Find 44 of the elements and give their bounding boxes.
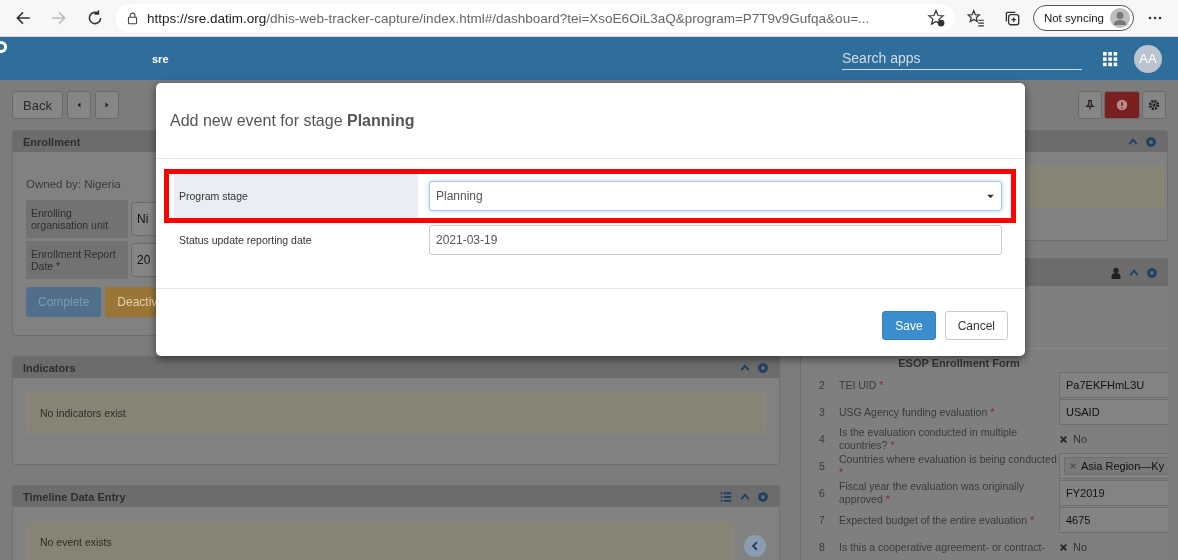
- owner-text: Owned by: Nigeria: [26, 178, 122, 190]
- empty-message: No indicators exist: [26, 392, 766, 434]
- option-label[interactable]: No: [1073, 433, 1088, 445]
- panel-title: Enrollment: [23, 135, 81, 148]
- form-title: ESOP Enrollment Form: [897, 357, 1021, 369]
- selected-tag[interactable]: Asia Region—Ky: [1064, 457, 1168, 475]
- field-label: Enrollment Report Date *: [26, 241, 128, 279]
- panel-title: Indicators: [23, 361, 76, 374]
- row-number: 7: [818, 514, 826, 526]
- field-label: Expected budget of the entire evaluation *: [839, 513, 1035, 527]
- input-field[interactable]: USAID: [1059, 399, 1168, 425]
- empty-message: No event exists: [26, 521, 734, 560]
- row-number: 3: [818, 406, 826, 418]
- option-label[interactable]: No: [1073, 541, 1088, 553]
- row-number: 8: [818, 541, 826, 553]
- field-label: Is the evaluation conducted in multiple countries? *: [839, 426, 1019, 452]
- row-number: 6: [818, 487, 826, 499]
- field-label: Program stage: [174, 173, 418, 219]
- cancel-button[interactable]: Cancel: [944, 311, 1008, 340]
- input-field[interactable]: 4675: [1059, 507, 1168, 533]
- field-label: Status update reporting date: [178, 233, 313, 248]
- input-field[interactable]: FY2019: [1059, 480, 1168, 506]
- row-number: 4: [818, 433, 826, 445]
- stage-select[interactable]: Planning: [429, 181, 1002, 211]
- date-field[interactable]: 2021-03-19: [429, 225, 1002, 255]
- app-title: sre: [152, 52, 169, 65]
- sync-button[interactable]: Not syncing: [1032, 5, 1134, 31]
- row-number: 2: [818, 379, 826, 391]
- save-button[interactable]: Save: [882, 311, 936, 340]
- field-label: Countries where evaluation is being conducted *: [839, 453, 1058, 479]
- panel-title: Timeline Data Entry: [23, 490, 126, 503]
- field-label: TEI UID *: [839, 378, 885, 392]
- url-text: https://sre.datim.org/dhis-web-tracker-capture/index.html#/dashboard?tei=XsoE6OiL3aQ&program=P7T9v9Gufqa&ou=...: [147, 10, 870, 26]
- back-button[interactable]: Back: [12, 91, 63, 119]
- dialog-title: Add new event for stage Planning: [170, 111, 415, 130]
- field-label: Is this a cooperative agreement- or contract-: [839, 540, 1046, 554]
- search-field[interactable]: Search apps: [842, 47, 1082, 70]
- field-label: Fiscal year the evaluation was originally approved *: [839, 480, 1025, 506]
- field-label: Enrolling organisation unit: [26, 200, 128, 238]
- row-number: 5: [818, 460, 826, 472]
- input-field[interactable]: Pa7EKFHmL3U: [1059, 372, 1168, 398]
- field-label: USG Agency funding evaluation *: [839, 405, 996, 419]
- address-bar[interactable]: https://sre.datim.org/dhis-web-tracker-capture/index.html#/dashboard?tei=XsoE6OiL3aQ&program=P7T9v9Gufqa&ou=...: [116, 4, 955, 32]
- multi-select[interactable]: Asia Region—Ky: [1059, 453, 1168, 479]
